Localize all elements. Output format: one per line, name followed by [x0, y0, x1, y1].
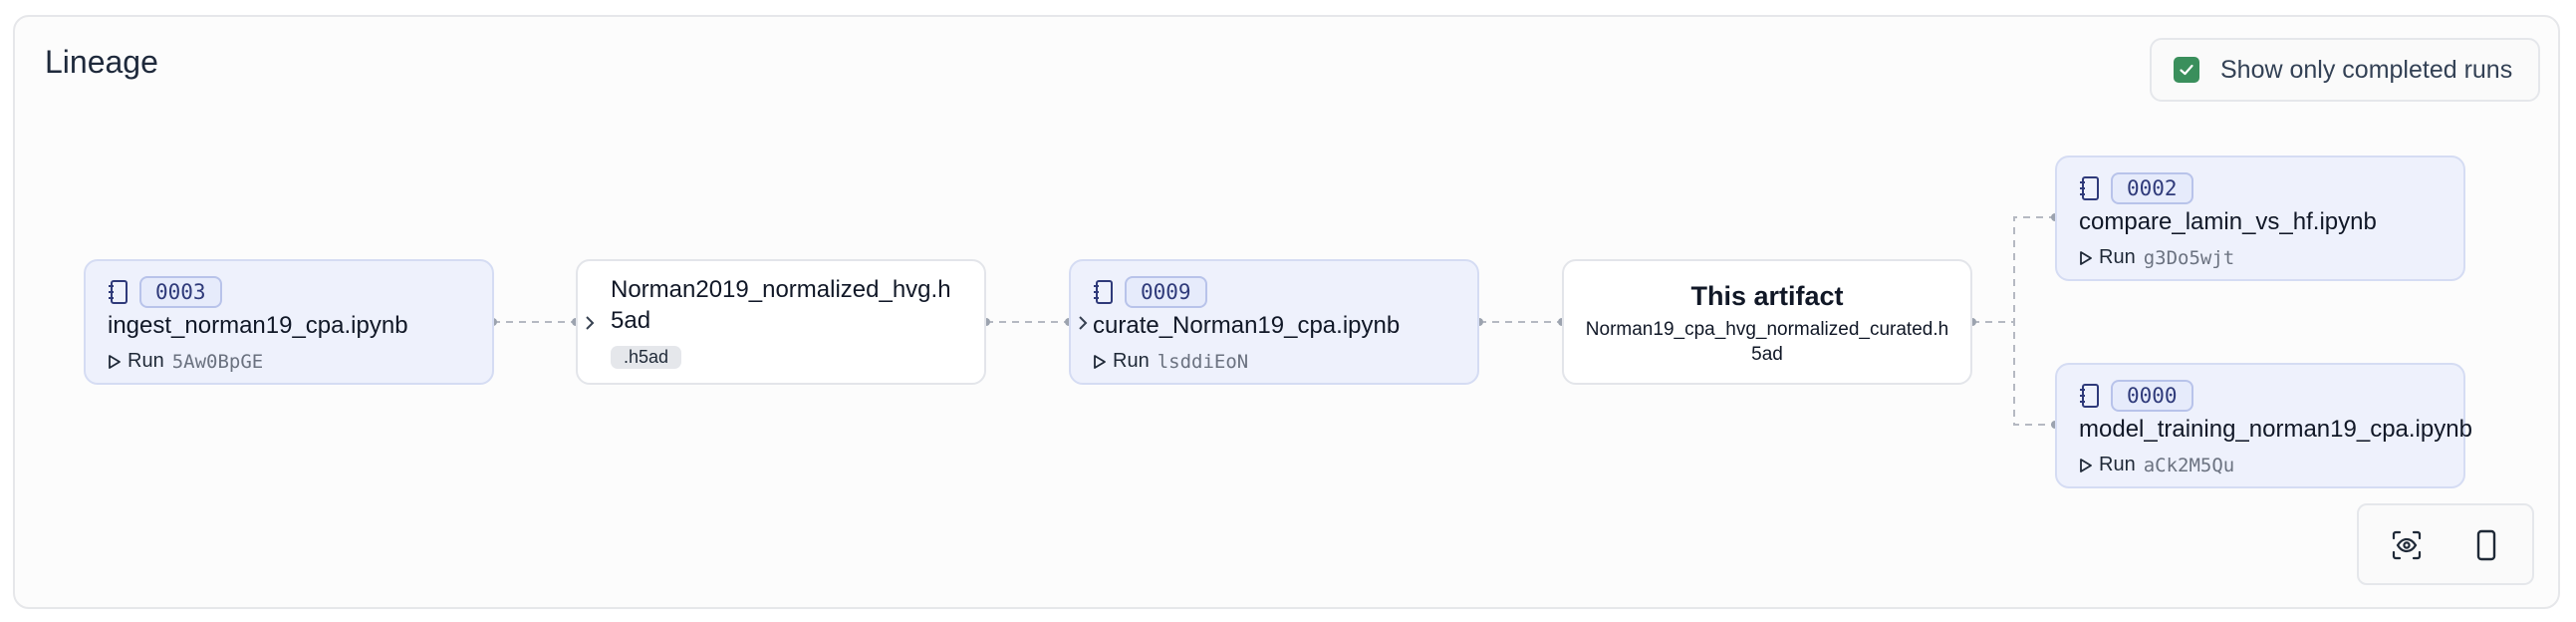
- node-norman2019-artifact[interactable]: Norman2019_normalized_hvg.h5ad .h5ad: [576, 259, 986, 385]
- fit-view-button[interactable]: [2389, 527, 2425, 563]
- node-current-artifact[interactable]: This artifact Norman19_cpa_hvg_normalize…: [1562, 259, 1972, 385]
- layout-button[interactable]: [2468, 527, 2504, 563]
- node-curate-notebook[interactable]: 0009 curate_Norman19_cpa.ipynb Run lsddiE…: [1069, 259, 1479, 385]
- eye-focus-icon: [2392, 530, 2422, 560]
- current-artifact-name: Norman19_cpa_hvg_normalized_curated.h5ad: [1585, 319, 1949, 365]
- run-number-badge: 0000: [2111, 380, 2193, 412]
- notebook-name: compare_lamin_vs_hf.ipynb: [2079, 208, 2377, 235]
- chevron-right-icon[interactable]: [1076, 313, 1090, 333]
- node-model-training-notebook[interactable]: 0000 model_training_norman19_cpa.ipynb Ru…: [2055, 363, 2472, 488]
- run-label: Run: [128, 350, 164, 372]
- notebook-icon: [109, 280, 128, 304]
- run-number-badge: 0003: [139, 276, 222, 308]
- run-id: g3Do5wjt: [2143, 246, 2235, 269]
- current-artifact-title: This artifact: [1690, 281, 1844, 311]
- notebook-name: model_training_norman19_cpa.ipynb: [2079, 416, 2472, 443]
- notebook-name: curate_Norman19_cpa.ipynb: [1093, 312, 1401, 339]
- run-id: aCk2M5Qu: [2143, 454, 2235, 476]
- run-label: Run: [2099, 454, 2136, 475]
- run-number-badge: 0009: [1125, 276, 1207, 308]
- phone-frame-icon: [2476, 529, 2496, 561]
- node-ingest-notebook[interactable]: 0003 ingest_norman19_cpa.ipynb Run 5Aw0Bp…: [84, 259, 494, 385]
- play-outline-icon: [2080, 458, 2092, 472]
- run-label: Run: [1113, 350, 1150, 372]
- notebook-icon: [2080, 384, 2099, 408]
- view-controls: [2357, 503, 2534, 585]
- play-outline-icon: [2080, 250, 2092, 265]
- notebook-name: ingest_norman19_cpa.ipynb: [108, 312, 408, 339]
- file-suffix-badge: .h5ad: [611, 346, 682, 369]
- node-compare-notebook[interactable]: 0002 compare_lamin_vs_hf.ipynb Run g3Do5w…: [2055, 156, 2465, 281]
- edge-current-model: [1972, 321, 2055, 426]
- play-outline-icon: [109, 354, 121, 369]
- chevron-right-icon[interactable]: [583, 313, 597, 333]
- run-number-badge: 0002: [2111, 172, 2193, 204]
- play-outline-icon: [1094, 354, 1106, 369]
- artifact-name: Norman2019_normalized_hvg.h5ad: [611, 276, 951, 334]
- run-label: Run: [2099, 246, 2136, 268]
- notebook-icon: [2080, 176, 2099, 200]
- notebook-icon: [1094, 280, 1113, 304]
- run-id: 5Aw0BpGE: [171, 350, 264, 373]
- run-id: lsddiEoN: [1157, 350, 1249, 373]
- edge-current-compare: [1972, 216, 2055, 323]
